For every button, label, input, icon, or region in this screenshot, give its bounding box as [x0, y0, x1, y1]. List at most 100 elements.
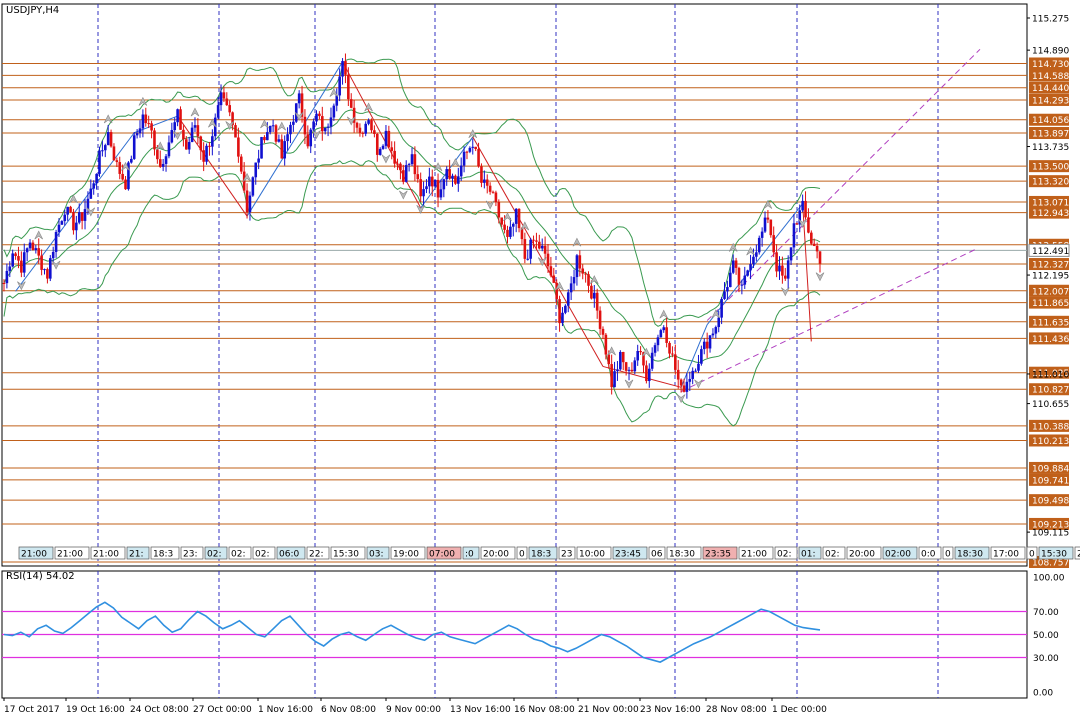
candle-body — [474, 146, 477, 150]
candle-body — [57, 224, 61, 233]
candle — [28, 239, 32, 251]
candle-body — [419, 179, 422, 197]
candle-body — [289, 124, 292, 135]
candle — [373, 125, 376, 138]
candle-body — [309, 129, 313, 147]
candle — [72, 208, 75, 235]
candle-body — [500, 217, 504, 225]
session-label: 18:3 — [531, 550, 551, 560]
candle — [549, 256, 553, 278]
candle — [506, 225, 509, 244]
candle-body — [650, 352, 654, 369]
candle — [769, 219, 773, 238]
fractal-up-icon — [103, 114, 113, 124]
candle — [216, 97, 220, 120]
candle-body — [63, 214, 67, 222]
candle-body — [772, 235, 776, 253]
candle-body — [766, 217, 770, 220]
candle — [370, 118, 373, 134]
level-label: 114.730 — [1032, 60, 1069, 70]
candle-body — [769, 219, 773, 236]
candle — [529, 237, 532, 264]
candle — [92, 180, 96, 195]
candle-body — [552, 275, 556, 283]
candle-body — [138, 128, 142, 134]
fractal-up-icon — [190, 107, 200, 117]
candle — [355, 121, 359, 133]
level-label: 114.293 — [1032, 96, 1069, 106]
candle — [5, 263, 9, 289]
candle — [234, 122, 237, 138]
candle-body — [526, 258, 530, 260]
candle — [746, 269, 749, 277]
candle-body — [789, 247, 793, 261]
chart-svg[interactable]: 114.730 114.588 114.440 114.293 114.056 113.8… — [0, 0, 1080, 720]
candle-body — [86, 198, 90, 210]
candle-body — [697, 363, 700, 371]
session-label: 06 — [651, 550, 663, 560]
candle-body — [5, 270, 9, 284]
candle-body — [503, 224, 506, 230]
channel-lower — [680, 249, 976, 392]
candle — [300, 85, 304, 123]
candle-body — [292, 121, 295, 125]
fractal-up-icon — [277, 121, 287, 131]
candle — [25, 247, 29, 262]
candle — [749, 254, 752, 280]
price-axis-labels: 114.730 114.588 114.440 114.293 114.056 113.8… — [1027, 15, 1070, 569]
level-label: 110.827 — [1032, 386, 1069, 396]
candle — [433, 179, 437, 188]
session-label: 07:00 — [429, 550, 455, 560]
candle-body — [613, 371, 616, 388]
candle — [480, 163, 483, 188]
candle-body — [410, 154, 414, 165]
candle-body — [156, 149, 159, 160]
candle-body — [592, 292, 596, 299]
candle-body — [89, 188, 93, 199]
candle-body — [491, 191, 495, 193]
candle — [419, 172, 422, 203]
candle — [783, 267, 787, 281]
candle — [538, 234, 541, 250]
candle-body — [378, 148, 382, 155]
candle-body — [251, 177, 255, 196]
candle-body — [396, 163, 399, 165]
candle — [11, 249, 14, 268]
candle — [743, 266, 747, 289]
zigzag-segment — [342, 61, 422, 209]
candle-body — [179, 109, 182, 130]
candle — [786, 255, 790, 289]
fractal-down-icon — [694, 379, 703, 389]
candle — [77, 203, 81, 225]
candle — [688, 371, 692, 391]
chart-frame — [1, 3, 1028, 699]
candle-body — [705, 341, 709, 349]
candle — [349, 93, 353, 109]
candle-body — [740, 284, 744, 286]
candle-body — [549, 266, 553, 276]
candle — [228, 100, 232, 117]
candle-body — [668, 342, 671, 354]
candle — [674, 344, 677, 375]
candle — [112, 143, 116, 161]
candle — [598, 306, 602, 336]
candle — [144, 107, 148, 127]
candle — [69, 205, 72, 213]
candle — [442, 178, 446, 198]
candle-body — [627, 369, 631, 371]
candle — [454, 174, 457, 185]
candle — [807, 208, 810, 234]
candle — [468, 146, 472, 154]
session-label: 02: — [255, 550, 269, 560]
candle — [726, 280, 729, 300]
candle-body — [222, 92, 226, 99]
candle — [413, 146, 417, 182]
candle-body — [124, 179, 127, 190]
session-label: 18:3 — [153, 550, 173, 560]
candle-body — [112, 146, 116, 161]
candle — [150, 120, 153, 139]
candle-body — [590, 285, 593, 299]
candle — [497, 199, 501, 224]
candle-body — [109, 132, 113, 147]
session-label: 21: — [129, 550, 143, 560]
